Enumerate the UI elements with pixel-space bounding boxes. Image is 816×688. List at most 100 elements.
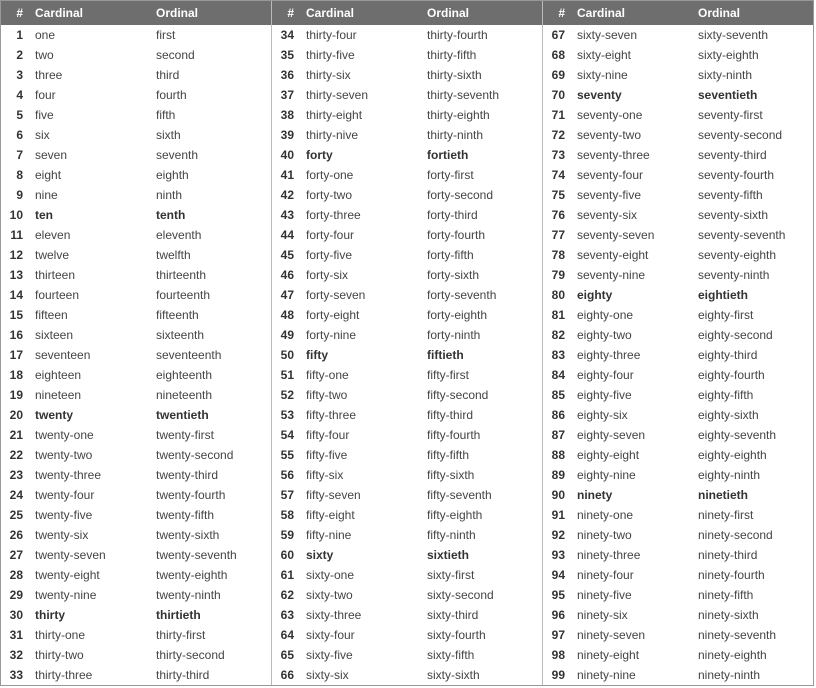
cell-number: 3 — [1, 65, 29, 85]
cell-cardinal: thirty-eight — [300, 105, 421, 125]
cell-cardinal: ninety-eight — [571, 645, 692, 665]
cell-cardinal: eighty-two — [571, 325, 692, 345]
table-row: 75seventy-fiveseventy-fifth — [543, 185, 813, 205]
cell-ordinal: seventy-second — [692, 125, 813, 145]
table-row: 56fifty-sixfifty-sixth — [272, 465, 542, 485]
table-row: 53fifty-threefifty-third — [272, 405, 542, 425]
table-row: 82eighty-twoeighty-second — [543, 325, 813, 345]
cell-ordinal: sixty-third — [421, 605, 542, 625]
cell-cardinal: twenty-two — [29, 445, 150, 465]
cell-cardinal: ninety-two — [571, 525, 692, 545]
cell-ordinal: seventieth — [692, 85, 813, 105]
cell-ordinal: forty-first — [421, 165, 542, 185]
cell-number: 90 — [543, 485, 571, 505]
cell-number: 76 — [543, 205, 571, 225]
cell-cardinal: sixty-six — [300, 665, 421, 685]
cell-ordinal: thirty-second — [150, 645, 271, 665]
table-row: 20twentytwentieth — [1, 405, 271, 425]
cell-number: 20 — [1, 405, 29, 425]
cell-number: 74 — [543, 165, 571, 185]
table-row: 44forty-fourforty-fourth — [272, 225, 542, 245]
header-ordinal: Ordinal — [692, 1, 813, 25]
cell-number: 22 — [1, 445, 29, 465]
cell-cardinal: seventy-nine — [571, 265, 692, 285]
cell-number: 31 — [1, 625, 29, 645]
cell-number: 57 — [272, 485, 300, 505]
table-row: 41forty-oneforty-first — [272, 165, 542, 185]
table-row: 29twenty-ninetwenty-ninth — [1, 585, 271, 605]
cell-cardinal: forty-one — [300, 165, 421, 185]
table-row: 36thirty-sixthirty-sixth — [272, 65, 542, 85]
cell-cardinal: ninety-six — [571, 605, 692, 625]
cell-number: 72 — [543, 125, 571, 145]
table-row: 9nineninth — [1, 185, 271, 205]
cell-ordinal: thirtieth — [150, 605, 271, 625]
cell-ordinal: thirty-fourth — [421, 25, 542, 45]
cell-cardinal: ninety-nine — [571, 665, 692, 685]
cell-ordinal: fifth — [150, 105, 271, 125]
cell-cardinal: twenty-four — [29, 485, 150, 505]
cell-ordinal: twenty-sixth — [150, 525, 271, 545]
table-row: 77seventy-sevenseventy-seventh — [543, 225, 813, 245]
numbers-table-wrapper: # Cardinal Ordinal 1onefirst2twosecond3t… — [0, 0, 814, 686]
cell-ordinal: fifty-seventh — [421, 485, 542, 505]
cell-number: 23 — [1, 465, 29, 485]
cell-cardinal: seventy-one — [571, 105, 692, 125]
cell-number: 73 — [543, 145, 571, 165]
cell-cardinal: fifty-seven — [300, 485, 421, 505]
cell-number: 18 — [1, 365, 29, 385]
cell-number: 94 — [543, 565, 571, 585]
cell-number: 26 — [1, 525, 29, 545]
tbody-1: 1onefirst2twosecond3threethird4fourfourt… — [1, 25, 271, 685]
cell-number: 64 — [272, 625, 300, 645]
table-row: 94ninety-fourninety-fourth — [543, 565, 813, 585]
cell-cardinal: seventeen — [29, 345, 150, 365]
cell-ordinal: sixty-fourth — [421, 625, 542, 645]
table-row: 24twenty-fourtwenty-fourth — [1, 485, 271, 505]
cell-number: 37 — [272, 85, 300, 105]
table-row: 64sixty-foursixty-fourth — [272, 625, 542, 645]
cell-number: 61 — [272, 565, 300, 585]
cell-cardinal: thirty — [29, 605, 150, 625]
cell-cardinal: forty-nine — [300, 325, 421, 345]
table-row: 32thirty-twothirty-second — [1, 645, 271, 665]
table-row: 31thirty-onethirty-first — [1, 625, 271, 645]
cell-number: 93 — [543, 545, 571, 565]
cell-cardinal: eighty-four — [571, 365, 692, 385]
table-row: 27twenty-seventwenty-seventh — [1, 545, 271, 565]
cell-cardinal: fifteen — [29, 305, 150, 325]
cell-number: 70 — [543, 85, 571, 105]
cell-number: 9 — [1, 185, 29, 205]
cell-cardinal: fifty-eight — [300, 505, 421, 525]
cell-ordinal: forty-fifth — [421, 245, 542, 265]
cell-ordinal: sixteenth — [150, 325, 271, 345]
cell-number: 38 — [272, 105, 300, 125]
table-row: 34thirty-fourthirty-fourth — [272, 25, 542, 45]
table-row: 8eighteighth — [1, 165, 271, 185]
cell-number: 97 — [543, 625, 571, 645]
cell-cardinal: three — [29, 65, 150, 85]
table-row: 48forty-eightforty-eighth — [272, 305, 542, 325]
cell-number: 89 — [543, 465, 571, 485]
cell-number: 16 — [1, 325, 29, 345]
cell-number: 58 — [272, 505, 300, 525]
cell-number: 49 — [272, 325, 300, 345]
cell-cardinal: twelve — [29, 245, 150, 265]
cell-ordinal: fifty-second — [421, 385, 542, 405]
table-row: 70seventyseventieth — [543, 85, 813, 105]
cell-number: 35 — [272, 45, 300, 65]
cell-ordinal: ninetieth — [692, 485, 813, 505]
cell-ordinal: sixtieth — [421, 545, 542, 565]
cell-ordinal: forty-ninth — [421, 325, 542, 345]
table-row: 2twosecond — [1, 45, 271, 65]
cell-cardinal: twenty-seven — [29, 545, 150, 565]
table-row: 79seventy-nineseventy-ninth — [543, 265, 813, 285]
cell-number: 21 — [1, 425, 29, 445]
cell-cardinal: fourteen — [29, 285, 150, 305]
cell-cardinal: ninety-five — [571, 585, 692, 605]
cell-cardinal: seventy-six — [571, 205, 692, 225]
table-row: 87eighty-seveneighty-seventh — [543, 425, 813, 445]
cell-number: 29 — [1, 585, 29, 605]
cell-cardinal: eleven — [29, 225, 150, 245]
cell-number: 71 — [543, 105, 571, 125]
